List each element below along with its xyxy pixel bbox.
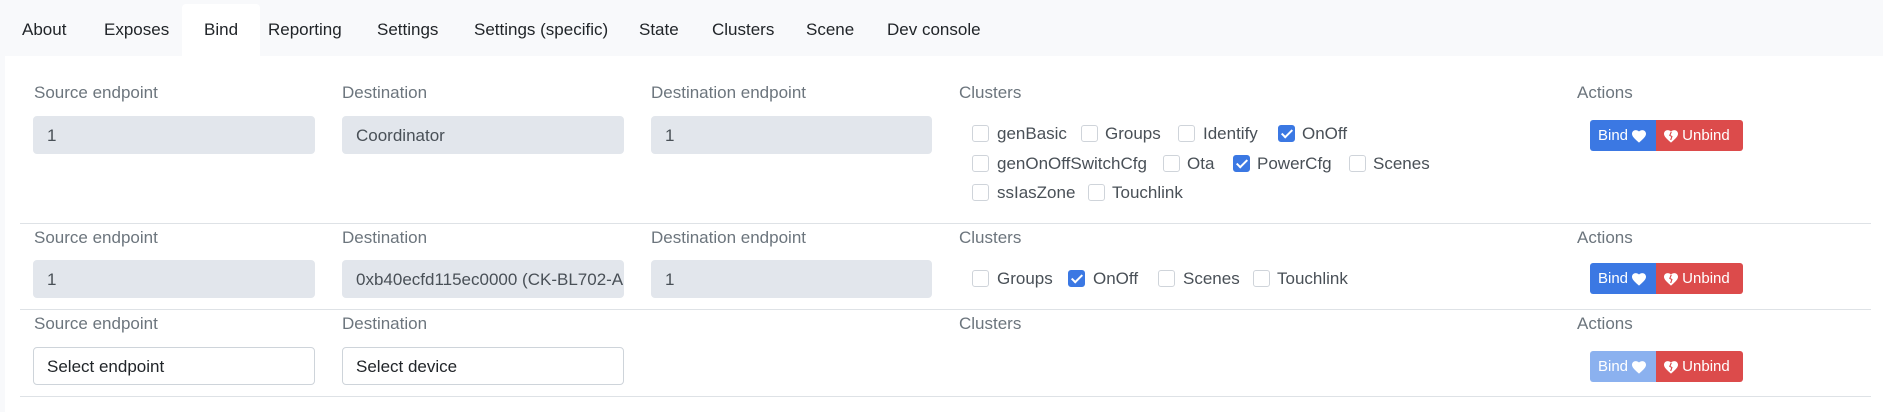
actions-label: Actions bbox=[1577, 314, 1633, 333]
destination-endpoint-label: Destination endpoint bbox=[651, 228, 807, 247]
cluster-ota-label: Ota bbox=[1187, 154, 1215, 173]
cluster-groups-checkbox[interactable] bbox=[1081, 125, 1098, 142]
actions-label: Actions bbox=[1577, 228, 1633, 247]
cluster-touchlink-label: Touchlink bbox=[1112, 183, 1183, 202]
unbind-button-label: Unbind bbox=[1682, 127, 1730, 144]
destination-label: Destination bbox=[342, 228, 428, 247]
unbind-button[interactable]: Unbind bbox=[1656, 263, 1743, 294]
bind-button[interactable]: Bind bbox=[1590, 351, 1657, 382]
unbind-button[interactable]: Unbind bbox=[1656, 120, 1743, 151]
cluster-scenes-checkbox[interactable] bbox=[1349, 155, 1366, 172]
cluster-powercfg-label: PowerCfg bbox=[1257, 154, 1332, 173]
destination-device-select[interactable]: Select device bbox=[342, 347, 624, 385]
tab-settings-specific[interactable]: Settings (specific) bbox=[452, 4, 630, 56]
left-gutter bbox=[0, 56, 5, 412]
cluster-touchlink-checkbox[interactable] bbox=[1088, 184, 1105, 201]
source-endpoint-field: 1 bbox=[33, 260, 315, 298]
cluster-touchlink-checkbox[interactable] bbox=[1253, 270, 1270, 287]
source-endpoint-field: 1 bbox=[33, 116, 315, 154]
source-endpoint-label: Source endpoint bbox=[34, 228, 158, 247]
cluster-genbasic-label: genBasic bbox=[997, 124, 1067, 143]
cluster-ota-checkbox[interactable] bbox=[1163, 155, 1180, 172]
tab-clusters[interactable]: Clusters bbox=[690, 4, 796, 56]
clusters-label: Clusters bbox=[959, 228, 1022, 247]
heart-icon bbox=[1632, 129, 1647, 143]
cluster-scenes-label: Scenes bbox=[1373, 154, 1430, 173]
tab-settings[interactable]: Settings bbox=[355, 4, 460, 56]
cluster-groups-checkbox[interactable] bbox=[972, 270, 989, 287]
bind-button-label: Bind bbox=[1598, 127, 1629, 144]
source-endpoint-label: Source endpoint bbox=[34, 314, 158, 333]
cluster-scenes-checkbox[interactable] bbox=[1158, 270, 1175, 287]
cluster-onoff-label: OnOff bbox=[1302, 124, 1348, 143]
source-endpoint-label: Source endpoint bbox=[34, 83, 158, 102]
cluster-genonoffswitchcfg-checkbox[interactable] bbox=[972, 155, 989, 172]
cluster-genbasic-checkbox[interactable] bbox=[972, 125, 989, 142]
broken-heart-icon bbox=[1664, 272, 1678, 286]
tab-about[interactable]: About bbox=[0, 4, 88, 56]
destination-label: Destination bbox=[342, 83, 428, 102]
heart-icon bbox=[1632, 272, 1647, 286]
broken-heart-icon bbox=[1664, 129, 1678, 143]
source-endpoint-select[interactable]: Select endpoint bbox=[33, 347, 315, 385]
unbind-button-label: Unbind bbox=[1682, 358, 1730, 375]
cluster-identify-checkbox[interactable] bbox=[1178, 125, 1195, 142]
destination-endpoint-field: 1 bbox=[651, 116, 932, 154]
cluster-onoff-checkbox[interactable] bbox=[1068, 270, 1085, 287]
bind-button-label: Bind bbox=[1598, 270, 1629, 287]
unbind-button[interactable]: Unbind bbox=[1656, 351, 1743, 382]
destination-endpoint-field: 1 bbox=[651, 260, 932, 298]
clusters-label: Clusters bbox=[959, 314, 1022, 333]
clusters-label: Clusters bbox=[959, 83, 1022, 102]
cluster-groups-label: Groups bbox=[1105, 124, 1161, 143]
cluster-onoff-checkbox[interactable] bbox=[1278, 125, 1295, 142]
row-divider bbox=[20, 396, 1871, 397]
destination-field: Coordinator bbox=[342, 116, 624, 154]
cluster-powercfg-checkbox[interactable] bbox=[1233, 155, 1250, 172]
cluster-ssiaszone-checkbox[interactable] bbox=[972, 184, 989, 201]
bind-button[interactable]: Bind bbox=[1590, 120, 1657, 151]
tab-dev-console[interactable]: Dev console bbox=[865, 4, 1003, 56]
cluster-touchlink-label: Touchlink bbox=[1277, 269, 1348, 288]
tab-bar: About Exposes Bind Reporting Settings Se… bbox=[0, 0, 1883, 56]
cluster-identify-label: Identify bbox=[1203, 124, 1258, 143]
tab-scene[interactable]: Scene bbox=[784, 4, 876, 56]
broken-heart-icon bbox=[1664, 360, 1678, 374]
row-divider bbox=[20, 309, 1871, 310]
tab-exposes[interactable]: Exposes bbox=[82, 4, 191, 56]
cluster-ssiaszone-label: ssIasZone bbox=[997, 183, 1076, 202]
actions-label: Actions bbox=[1577, 83, 1633, 102]
tab-reporting[interactable]: Reporting bbox=[246, 4, 364, 56]
cluster-groups-label: Groups bbox=[997, 269, 1053, 288]
heart-icon bbox=[1632, 360, 1647, 374]
cluster-scenes-label: Scenes bbox=[1183, 269, 1240, 288]
tab-state[interactable]: State bbox=[617, 4, 701, 56]
destination-label: Destination bbox=[342, 314, 428, 333]
bind-button-label: Bind bbox=[1598, 358, 1629, 375]
row-divider bbox=[20, 223, 1871, 224]
unbind-button-label: Unbind bbox=[1682, 270, 1730, 287]
destination-field: 0xb40ecfd115ec0000 (CK-BL702-A bbox=[342, 260, 624, 298]
cluster-genonoffswitchcfg-label: genOnOffSwitchCfg bbox=[997, 154, 1147, 173]
destination-endpoint-label: Destination endpoint bbox=[651, 83, 807, 102]
bind-button[interactable]: Bind bbox=[1590, 263, 1657, 294]
cluster-onoff-label: OnOff bbox=[1093, 269, 1139, 288]
